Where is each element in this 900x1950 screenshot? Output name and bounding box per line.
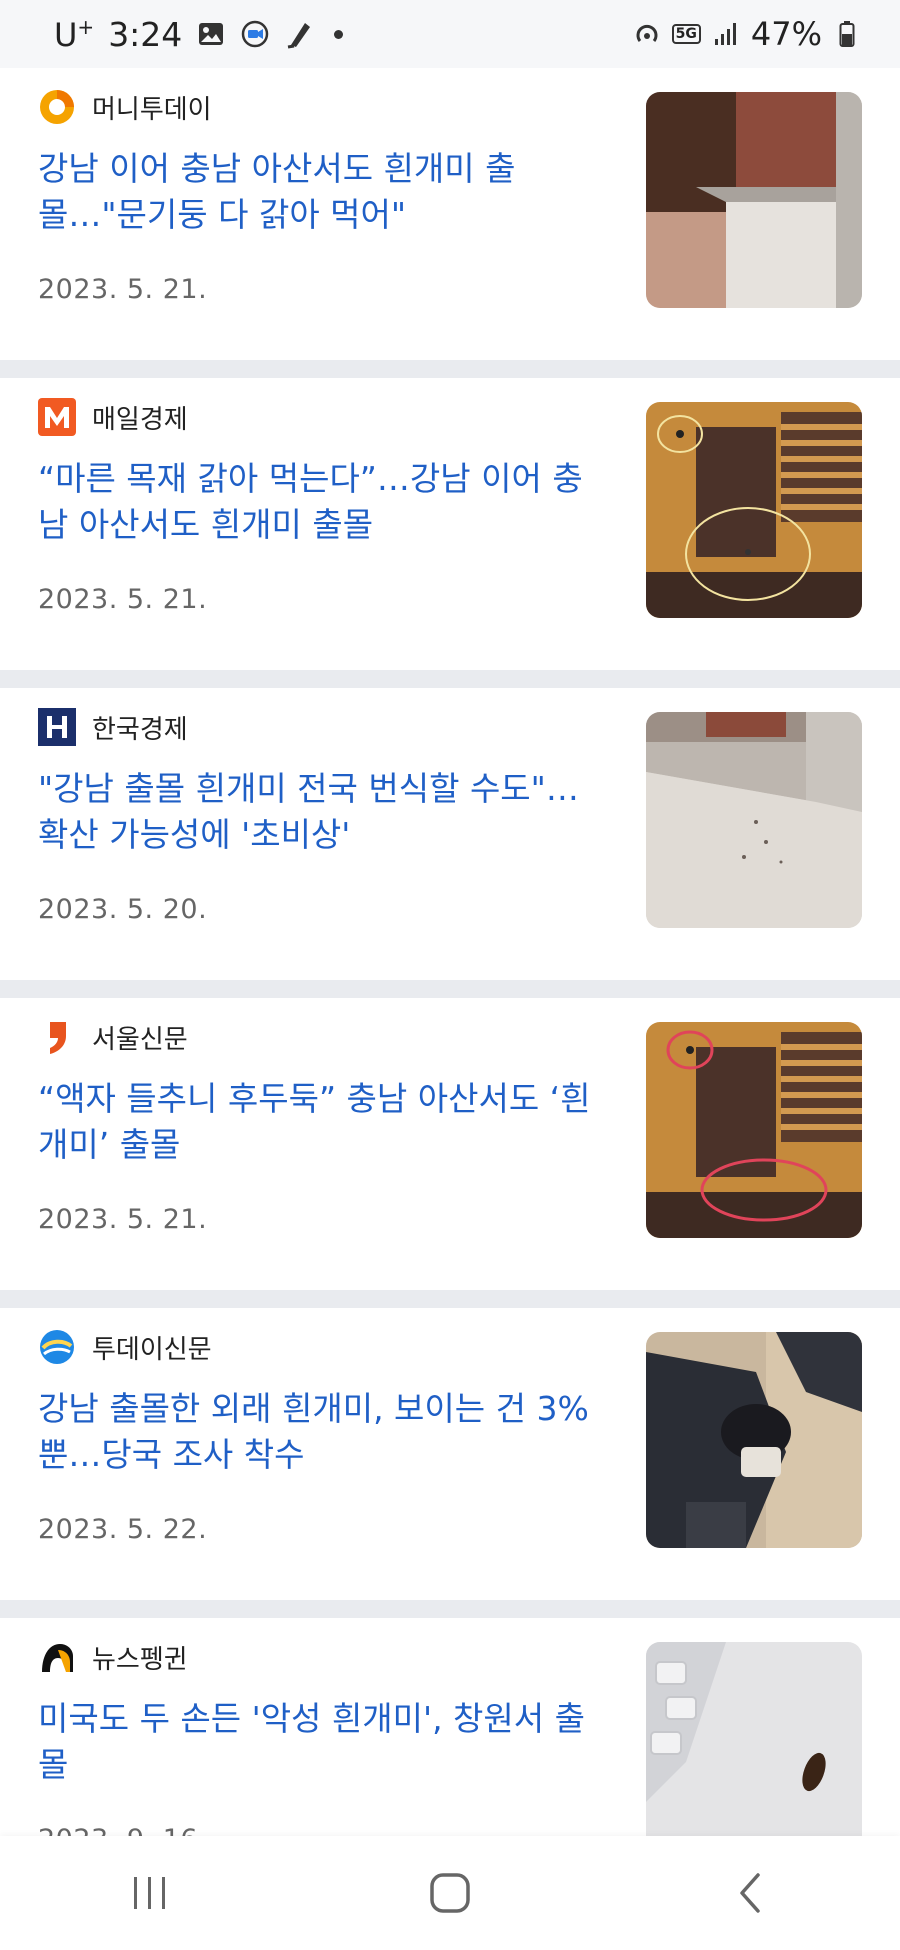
article-headline[interactable]: 강남 출몰한 외래 흰개미, 보이는 건 3% 뿐…당국 조사 착수 — [38, 1386, 608, 1478]
news-card[interactable]: 서울신문 “액자 들추니 후두둑” 충남 아산서도 ‘흰개미’ 출몰 2023.… — [0, 998, 900, 1290]
network-type-badge: 5G — [671, 24, 701, 44]
news-source: 매일경제 — [38, 398, 188, 436]
recent-apps-icon — [134, 1877, 165, 1909]
hotspot-icon — [632, 19, 662, 49]
gallery-icon — [196, 19, 226, 49]
recent-apps-button[interactable] — [105, 1858, 195, 1928]
article-thumbnail[interactable] — [646, 402, 862, 618]
home-icon — [430, 1873, 470, 1913]
article-date: 2023. 5. 22. — [38, 1514, 208, 1545]
home-button[interactable] — [405, 1858, 495, 1928]
source-name: 서울신문 — [92, 1024, 188, 1055]
news-source: 머니투데이 — [38, 88, 212, 126]
video-call-icon — [240, 19, 270, 49]
today-shinmun-logo-icon — [38, 1328, 76, 1366]
news-source: 뉴스펭귄 — [38, 1638, 188, 1676]
article-date: 2023. 5. 21. — [38, 274, 208, 305]
newspenguin-logo-icon — [38, 1638, 76, 1676]
news-card[interactable]: 머니투데이 강남 이어 충남 아산서도 흰개미 출몰…"문기둥 다 갉아 먹어"… — [0, 68, 900, 360]
article-date: 2023. 5. 21. — [38, 584, 208, 615]
moneytoday-logo-icon — [38, 88, 76, 126]
system-navigation-bar — [0, 1836, 900, 1950]
article-thumbnail[interactable] — [646, 1642, 862, 1858]
article-headline[interactable]: “마른 목재 갉아 먹는다”…강남 이어 충남 아산서도 흰개미 출몰 — [38, 456, 608, 548]
news-card[interactable]: 한국경제 "강남 출몰 흰개미 전국 번식할 수도"… 확산 가능성에 '초비상… — [0, 688, 900, 980]
article-thumbnail[interactable] — [646, 92, 862, 308]
article-headline[interactable]: 강남 이어 충남 아산서도 흰개미 출몰…"문기둥 다 갉아 먹어" — [38, 146, 608, 238]
news-card[interactable]: 투데이신문 강남 출몰한 외래 흰개미, 보이는 건 3% 뿐…당국 조사 착수… — [0, 1308, 900, 1600]
signal-icon — [711, 19, 741, 49]
back-button[interactable] — [705, 1858, 795, 1928]
article-thumbnail[interactable] — [646, 712, 862, 928]
status-bar: U+ 3:24 5G 47% — [0, 0, 900, 68]
news-card[interactable]: 매일경제 “마른 목재 갉아 먹는다”…강남 이어 충남 아산서도 흰개미 출몰… — [0, 378, 900, 670]
clock: 3:24 — [108, 14, 183, 54]
article-headline[interactable]: "강남 출몰 흰개미 전국 번식할 수도"… 확산 가능성에 '초비상' — [38, 766, 608, 858]
article-headline[interactable]: “액자 들추니 후두둑” 충남 아산서도 ‘흰개미’ 출몰 — [38, 1076, 608, 1168]
news-source: 서울신문 — [38, 1018, 188, 1056]
news-source: 투데이신문 — [38, 1328, 212, 1366]
source-name: 뉴스펭귄 — [92, 1644, 188, 1675]
battery-icon — [832, 19, 862, 49]
article-date: 2023. 5. 20. — [38, 894, 208, 925]
source-name: 머니투데이 — [92, 94, 212, 125]
maeil-logo-icon — [38, 398, 76, 436]
notification-dot — [334, 29, 344, 39]
pen-icon — [284, 19, 314, 49]
battery-percent: 47% — [750, 15, 822, 53]
article-thumbnail[interactable] — [646, 1022, 862, 1238]
seoul-shinmun-logo-icon — [38, 1018, 76, 1056]
source-name: 투데이신문 — [92, 1334, 212, 1365]
article-thumbnail[interactable] — [646, 1332, 862, 1548]
hankyung-logo-icon — [38, 708, 76, 746]
news-source: 한국경제 — [38, 708, 188, 746]
article-date: 2023. 5. 21. — [38, 1204, 208, 1235]
source-name: 한국경제 — [92, 714, 188, 745]
article-headline[interactable]: 미국도 두 손든 '악성 흰개미', 창원서 출몰 — [38, 1696, 608, 1788]
back-icon — [740, 1873, 760, 1913]
carrier-label: U+ — [54, 14, 95, 54]
source-name: 매일경제 — [92, 404, 188, 435]
